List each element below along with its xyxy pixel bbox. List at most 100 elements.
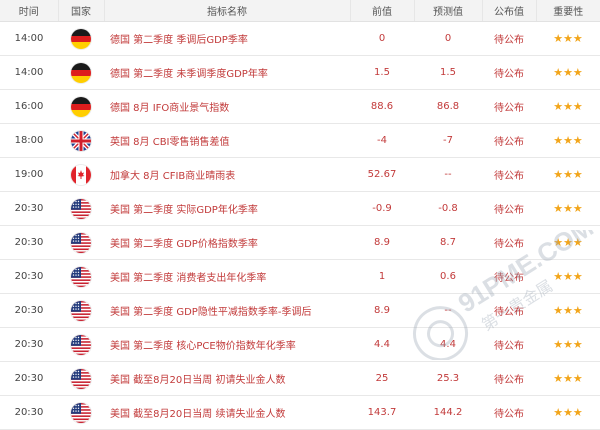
country-cell	[58, 293, 104, 328]
header-country[interactable]: 国家	[58, 0, 105, 22]
previous-value: 8.9	[350, 293, 414, 328]
indicator-name[interactable]: 加拿大 8月 CFIB商业晴雨表	[104, 157, 350, 192]
importance-stars: ★★★	[536, 293, 600, 328]
previous-value: -0.9	[350, 191, 414, 226]
country-cell	[58, 89, 104, 124]
indicator-name[interactable]: 德国 8月 IFO商业景气指数	[104, 89, 350, 124]
header-importance[interactable]: 重要性	[536, 0, 600, 22]
previous-value: 25	[350, 361, 414, 396]
country-cell	[58, 225, 104, 260]
table-row[interactable]: 16:00 德国 8月 IFO商业景气指数 88.6 86.8 待公布 ★★★	[0, 89, 600, 124]
economic-calendar-table: 时间 国家 指标名称 前值 预测值 公布值 重要性 14:00 德国 第二季度 …	[0, 0, 600, 430]
indicator-name[interactable]: 美国 截至8月20日当周 续请失业金人数	[104, 395, 350, 430]
previous-value: 8.9	[350, 225, 414, 260]
actual-value: 待公布	[482, 55, 536, 90]
previous-value: 88.6	[350, 89, 414, 124]
indicator-name[interactable]: 美国 第二季度 消费者支出年化季率	[104, 259, 350, 294]
importance-stars: ★★★	[536, 89, 600, 124]
previous-value: 1	[350, 259, 414, 294]
table-row[interactable]: 19:00 加拿大 8月 CFIB商业晴雨表 52.67 -- 待公布 ★★★	[0, 157, 600, 192]
country-cell	[58, 55, 104, 90]
importance-stars: ★★★	[536, 157, 600, 192]
header-previous[interactable]: 前值	[350, 0, 415, 22]
forecast-value: 0	[414, 21, 482, 56]
forecast-value: --	[414, 293, 482, 328]
actual-value: 待公布	[482, 157, 536, 192]
us-flag-icon	[71, 198, 91, 219]
importance-stars: ★★★	[536, 361, 600, 396]
table-body: 14:00 德国 第二季度 季调后GDP季率 0 0 待公布 ★★★ 14:00…	[0, 21, 600, 430]
actual-value: 待公布	[482, 395, 536, 430]
indicator-name[interactable]: 美国 第二季度 GDP价格指数季率	[104, 225, 350, 260]
table-row[interactable]: 20:30 美国 截至8月20日当周 续请失业金人数 143.7 144.2 待…	[0, 395, 600, 430]
table-row[interactable]: 18:00 英国 8月 CBI零售销售差值 -4 -7 待公布 ★★★	[0, 123, 600, 158]
event-time: 16:00	[0, 89, 58, 124]
importance-stars: ★★★	[536, 259, 600, 294]
actual-value: 待公布	[482, 259, 536, 294]
actual-value: 待公布	[482, 123, 536, 158]
importance-stars: ★★★	[536, 21, 600, 56]
country-cell	[58, 191, 104, 226]
table-row[interactable]: 20:30 美国 截至8月20日当周 初请失业金人数 25 25.3 待公布 ★…	[0, 361, 600, 396]
forecast-value: -0.8	[414, 191, 482, 226]
table-header: 时间 国家 指标名称 前值 预测值 公布值 重要性	[0, 0, 600, 22]
indicator-name[interactable]: 美国 第二季度 实际GDP年化季率	[104, 191, 350, 226]
germany-flag-icon	[71, 28, 91, 49]
importance-stars: ★★★	[536, 225, 600, 260]
table-row[interactable]: 20:30 美国 第二季度 GDP隐性平减指数季率-季调后 8.9 -- 待公布…	[0, 293, 600, 328]
event-time: 20:30	[0, 225, 58, 260]
us-flag-icon	[71, 334, 91, 355]
importance-stars: ★★★	[536, 327, 600, 362]
table-row[interactable]: 20:30 美国 第二季度 核心PCE物价指数年化季率 4.4 4.4 待公布 …	[0, 327, 600, 362]
country-cell	[58, 21, 104, 56]
country-cell	[58, 259, 104, 294]
germany-flag-icon	[71, 62, 91, 83]
forecast-value: 4.4	[414, 327, 482, 362]
forecast-value: 8.7	[414, 225, 482, 260]
header-forecast[interactable]: 预测值	[414, 0, 483, 22]
event-time: 20:30	[0, 293, 58, 328]
previous-value: 143.7	[350, 395, 414, 430]
table-row[interactable]: 14:00 德国 第二季度 未季调季度GDP年率 1.5 1.5 待公布 ★★★	[0, 55, 600, 90]
event-time: 14:00	[0, 21, 58, 56]
event-time: 20:30	[0, 259, 58, 294]
header-actual[interactable]: 公布值	[482, 0, 537, 22]
forecast-value: 25.3	[414, 361, 482, 396]
actual-value: 待公布	[482, 361, 536, 396]
previous-value: 1.5	[350, 55, 414, 90]
event-time: 18:00	[0, 123, 58, 158]
event-time: 20:30	[0, 395, 58, 430]
event-time: 19:00	[0, 157, 58, 192]
country-cell	[58, 395, 104, 430]
previous-value: 52.67	[350, 157, 414, 192]
us-flag-icon	[71, 300, 91, 321]
table-row[interactable]: 20:30 美国 第二季度 消费者支出年化季率 1 0.6 待公布 ★★★	[0, 259, 600, 294]
importance-stars: ★★★	[536, 123, 600, 158]
actual-value: 待公布	[482, 327, 536, 362]
previous-value: 0	[350, 21, 414, 56]
importance-stars: ★★★	[536, 395, 600, 430]
table-row[interactable]: 20:30 美国 第二季度 实际GDP年化季率 -0.9 -0.8 待公布 ★★…	[0, 191, 600, 226]
country-cell	[58, 123, 104, 158]
table-row[interactable]: 14:00 德国 第二季度 季调后GDP季率 0 0 待公布 ★★★	[0, 21, 600, 56]
forecast-value: -7	[414, 123, 482, 158]
germany-flag-icon	[71, 96, 91, 117]
indicator-name[interactable]: 美国 截至8月20日当周 初请失业金人数	[104, 361, 350, 396]
importance-stars: ★★★	[536, 191, 600, 226]
country-cell	[58, 361, 104, 396]
indicator-name[interactable]: 德国 第二季度 季调后GDP季率	[104, 21, 350, 56]
forecast-value: 86.8	[414, 89, 482, 124]
event-time: 14:00	[0, 55, 58, 90]
indicator-name[interactable]: 德国 第二季度 未季调季度GDP年率	[104, 55, 350, 90]
indicator-name[interactable]: 美国 第二季度 GDP隐性平减指数季率-季调后	[104, 293, 350, 328]
header-indicator[interactable]: 指标名称	[104, 0, 351, 22]
actual-value: 待公布	[482, 225, 536, 260]
event-time: 20:30	[0, 191, 58, 226]
table-row[interactable]: 20:30 美国 第二季度 GDP价格指数季率 8.9 8.7 待公布 ★★★	[0, 225, 600, 260]
header-time[interactable]: 时间	[0, 0, 59, 22]
indicator-name[interactable]: 美国 第二季度 核心PCE物价指数年化季率	[104, 327, 350, 362]
country-cell	[58, 157, 104, 192]
indicator-name[interactable]: 英国 8月 CBI零售销售差值	[104, 123, 350, 158]
previous-value: -4	[350, 123, 414, 158]
forecast-value: --	[414, 157, 482, 192]
